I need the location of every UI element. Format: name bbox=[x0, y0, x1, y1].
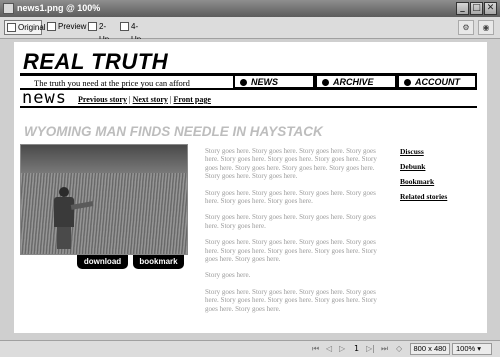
document-canvas: REAL TRUTH The truth you need at the pri… bbox=[14, 42, 487, 333]
four-up-icon bbox=[120, 22, 129, 31]
nav-news[interactable]: NEWS bbox=[233, 76, 315, 89]
story-paragraph: Story goes here. Story goes here. Story … bbox=[205, 147, 377, 181]
story-paragraph: Story goes here. Story goes here. Story … bbox=[205, 213, 376, 230]
section-title: news bbox=[22, 88, 67, 108]
related-stories-link[interactable]: Related stories bbox=[400, 192, 447, 201]
bookmark-button[interactable]: bookmark bbox=[133, 255, 184, 269]
next-story-link[interactable]: Next story bbox=[133, 95, 168, 104]
tab-2up[interactable]: 2-Up bbox=[86, 20, 116, 44]
preview-icon bbox=[47, 22, 56, 31]
two-up-icon bbox=[88, 22, 97, 31]
pencil-icon bbox=[7, 23, 16, 32]
preview-browser-icon[interactable]: ◉ bbox=[478, 20, 494, 35]
nav-label: ARCHIVE bbox=[333, 77, 374, 87]
zoom-select[interactable]: 100% ▾ bbox=[452, 343, 492, 355]
status-bar: ⏮ ◁ ▷ 1 ▷| ⏭ ◇ 800 x 480 100% ▾ bbox=[0, 340, 500, 357]
story-photo bbox=[20, 144, 188, 255]
debunk-link[interactable]: Debunk bbox=[400, 162, 447, 171]
bullet-icon bbox=[322, 79, 329, 86]
tab-4up[interactable]: 4-Up bbox=[118, 20, 148, 44]
story-paragraph: Story goes here. Story goes here. Story … bbox=[205, 188, 376, 206]
story-links: Previous story | Next story | Front page bbox=[78, 95, 211, 104]
maximize-button[interactable]: □ bbox=[470, 2, 483, 15]
first-frame-icon[interactable]: ⏮ bbox=[312, 344, 319, 354]
sidebar-links: Discuss Debunk Bookmark Related stories bbox=[400, 147, 447, 207]
photo-sky bbox=[21, 145, 187, 175]
site-logo: REAL TRUTH bbox=[23, 49, 169, 74]
previous-story-link[interactable]: Previous story bbox=[78, 95, 127, 104]
tab-preview[interactable]: Preview bbox=[45, 20, 87, 35]
tagline: The truth you need at the price you can … bbox=[34, 78, 190, 88]
minimize-button[interactable]: _ bbox=[456, 2, 469, 15]
story-paragraph: Story goes here. Story goes here. Story … bbox=[205, 287, 377, 313]
photo-man bbox=[51, 187, 94, 249]
close-button[interactable]: ✕ bbox=[484, 2, 497, 15]
story-headline: WYOMING MAN FINDS NEEDLE IN HAYSTACK bbox=[24, 124, 323, 139]
stop-icon[interactable]: ◇ bbox=[396, 344, 402, 353]
prev-frame-icon[interactable]: ◁ bbox=[326, 344, 332, 353]
frame-number: 1 bbox=[354, 344, 360, 353]
download-button[interactable]: download bbox=[77, 255, 128, 269]
nav-label: NEWS bbox=[251, 77, 278, 87]
document-icon bbox=[3, 3, 14, 14]
story-paragraph: Story goes here. Story goes here. Story … bbox=[205, 238, 377, 264]
view-toolbar: Original Preview 2-Up 4-Up ⚙ ◉ bbox=[0, 17, 500, 44]
section-bar: news Previous story | Next story | Front pag… bbox=[20, 88, 477, 108]
canvas-size: 800 x 480 bbox=[410, 343, 450, 355]
story-body: Story goes here. Story goes here. Story … bbox=[205, 147, 390, 321]
discuss-link[interactable]: Discuss bbox=[400, 147, 447, 156]
bullet-icon bbox=[240, 79, 247, 86]
play-icon[interactable]: ▷ bbox=[339, 344, 345, 353]
next-frame-icon[interactable]: ▷| bbox=[366, 344, 375, 353]
story-paragraph: Story goes here. bbox=[205, 271, 251, 280]
export-settings-icon[interactable]: ⚙ bbox=[458, 20, 474, 35]
last-frame-icon[interactable]: ⏭ bbox=[381, 344, 388, 354]
nav-account[interactable]: ACCOUNT bbox=[397, 76, 477, 89]
zoom-value: 100% bbox=[456, 344, 476, 353]
front-page-link[interactable]: Front page bbox=[174, 95, 211, 104]
bookmark-link[interactable]: Bookmark bbox=[400, 177, 447, 186]
nav-archive[interactable]: ARCHIVE bbox=[315, 76, 397, 89]
nav-label: ACCOUNT bbox=[415, 77, 460, 87]
window-title: news1.png @ 100% bbox=[17, 3, 101, 13]
photo-grass bbox=[21, 173, 187, 254]
chevron-down-icon: ▾ bbox=[477, 344, 482, 353]
tab-label: Original bbox=[18, 23, 46, 32]
bullet-icon bbox=[404, 79, 411, 86]
tagline-bar: The truth you need at the price you can … bbox=[20, 76, 477, 90]
window-titlebar: news1.png @ 100% _ □ ✕ bbox=[0, 0, 500, 17]
tab-label: Preview bbox=[58, 22, 87, 31]
tab-original[interactable]: Original bbox=[4, 20, 46, 35]
